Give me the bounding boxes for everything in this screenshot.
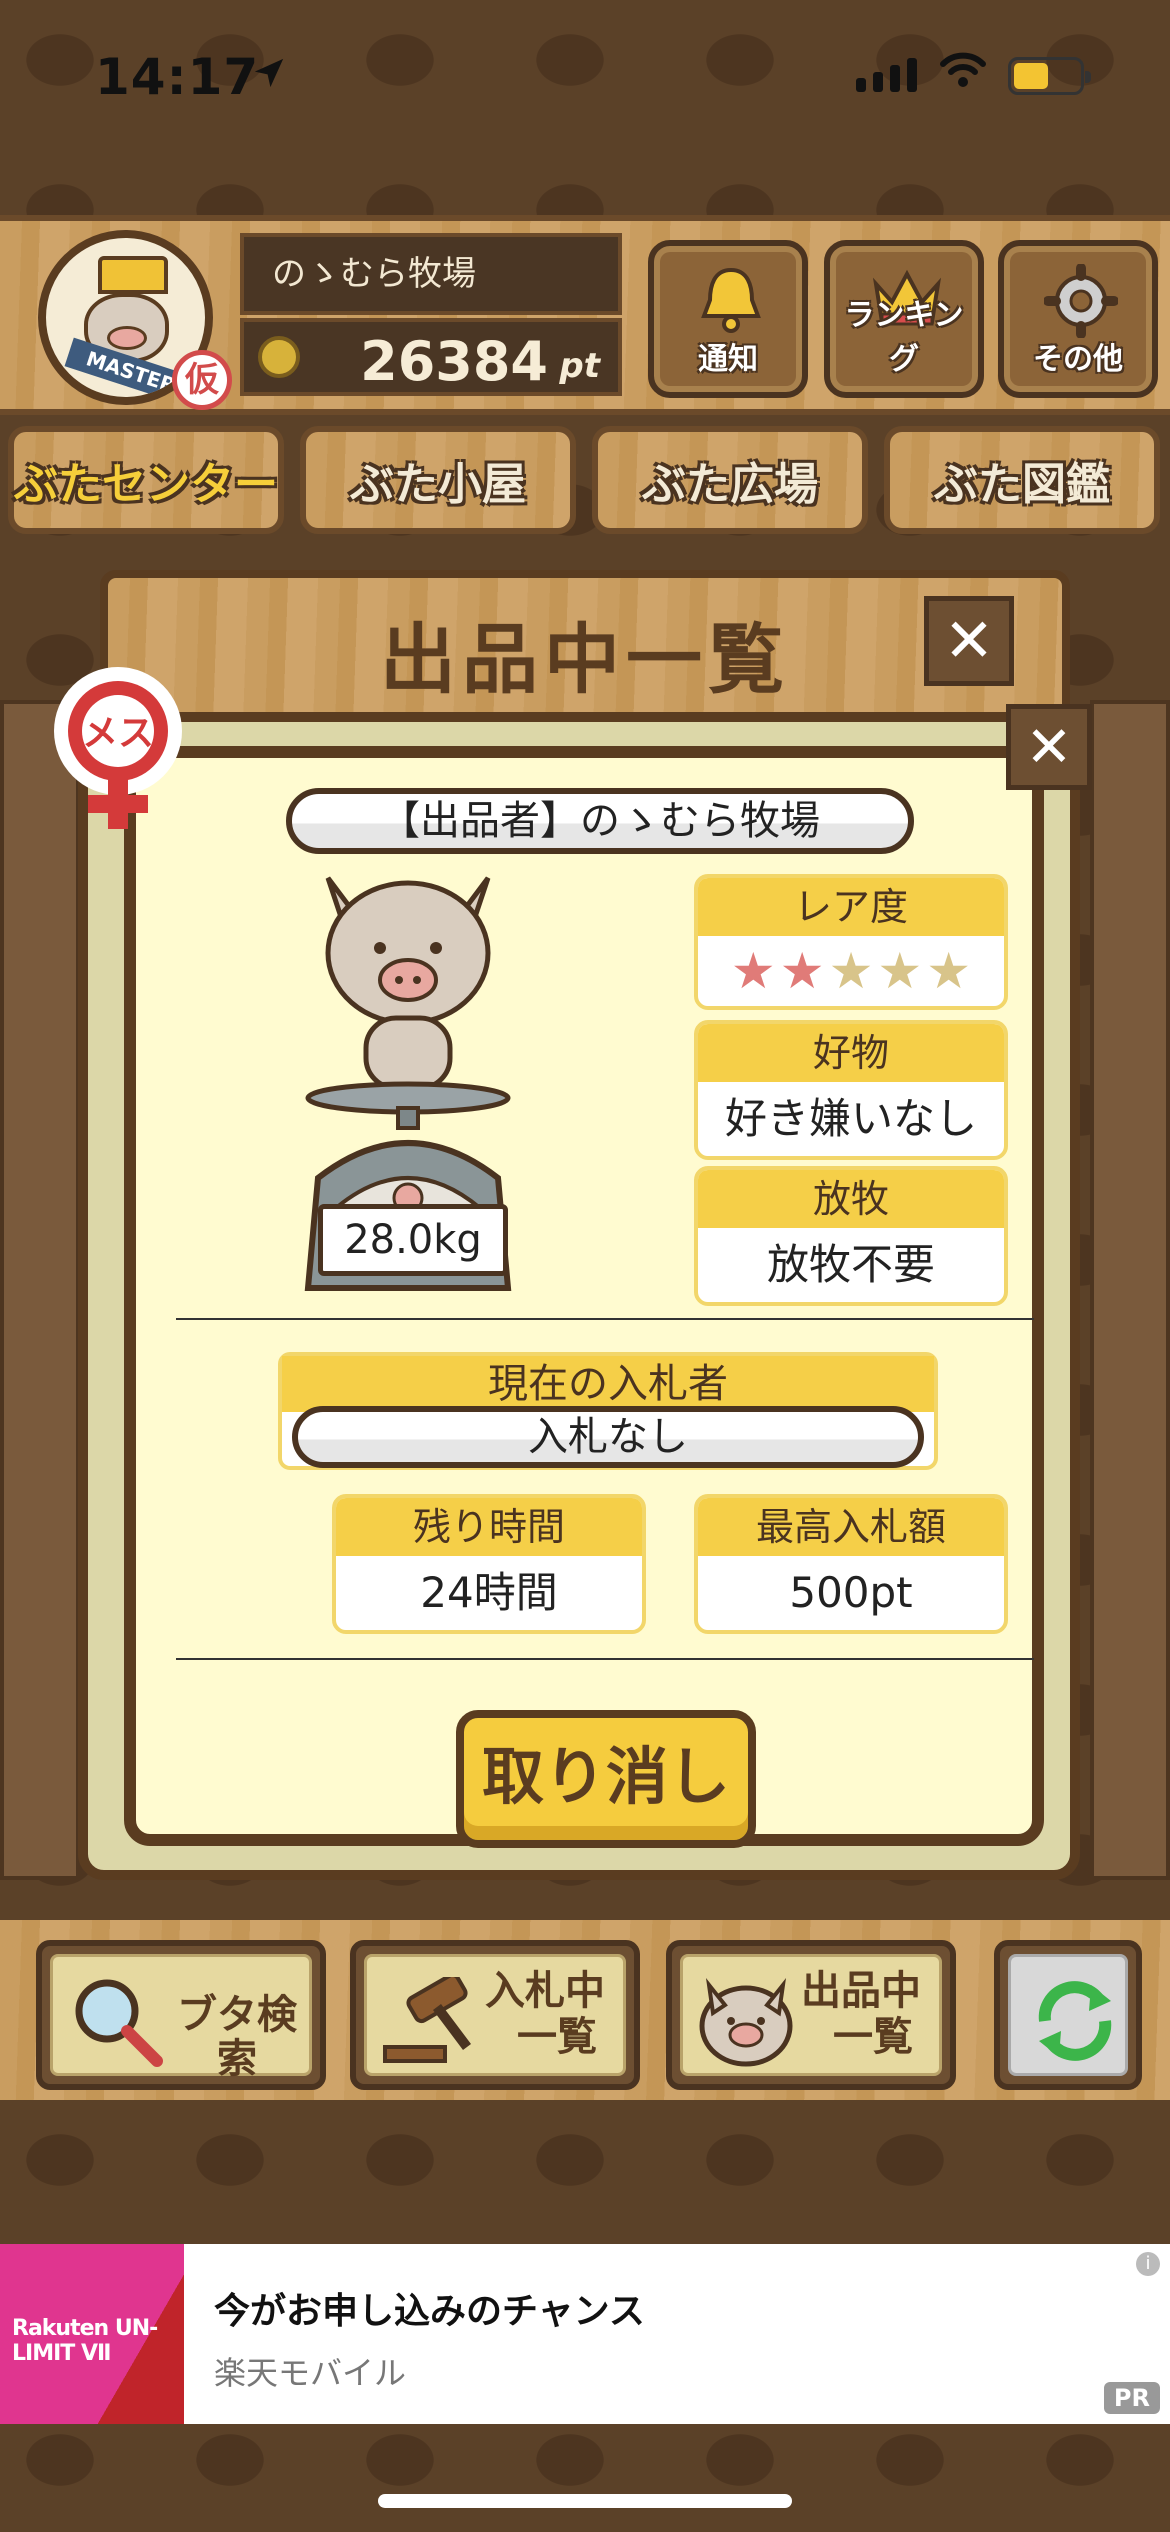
- ad-banner[interactable]: Rakuten UN-LIMIT Ⅶ 今がお申し込みのチャンス 楽天モバイル i…: [0, 2244, 1170, 2424]
- tab-buta-zukan[interactable]: ぶた図鑑: [884, 426, 1160, 534]
- farm-name: のゝむら牧場: [240, 233, 622, 315]
- gear-icon: [1044, 264, 1118, 338]
- remaining-time-card: 残り時間 24時間: [332, 1494, 646, 1634]
- listing-label-2: 一覧: [833, 2014, 913, 2060]
- cellular-signal-icon: [856, 58, 917, 92]
- refresh-button[interactable]: [994, 1940, 1142, 2090]
- ranking-label: ランキング: [844, 298, 964, 377]
- favorite-value: 好き嫌いなし: [724, 1094, 977, 1143]
- divider: [176, 1318, 1034, 1320]
- close-icon: ✕: [943, 606, 995, 676]
- divider: [176, 1658, 1034, 1660]
- crown-decoration: [98, 256, 168, 294]
- tab-buta-center[interactable]: ぶたセンター: [8, 426, 284, 534]
- pig-search-button[interactable]: ブタ検索: [36, 1940, 326, 2090]
- ad-title: 今がお申し込みのチャンス: [214, 2291, 645, 2332]
- other-button[interactable]: その他: [998, 240, 1158, 398]
- highest-bid-card: 最高入札額 500pt: [694, 1494, 1008, 1634]
- points-display: 26384 pt: [240, 318, 622, 396]
- pig-snout: [107, 326, 147, 350]
- location-arrow-icon: [254, 58, 284, 88]
- weight-display: 28.0kg: [318, 1204, 508, 1276]
- rakuten-logo: Rakuten UN-LIMIT Ⅶ: [0, 2244, 184, 2424]
- current-bidder-value: 入札なし: [292, 1406, 924, 1468]
- points-unit: pt: [559, 346, 600, 386]
- ad-subtitle: 楽天モバイル: [214, 2354, 407, 2392]
- notification-button[interactable]: 通知: [648, 240, 808, 398]
- listing-label-1: 出品中: [801, 1968, 921, 2014]
- grazing-value: 放牧不要: [766, 1240, 935, 1289]
- bidding-label-1: 入札中: [485, 1968, 605, 2014]
- star-icon-filled: ★: [779, 942, 825, 1000]
- bell-icon: [701, 267, 761, 333]
- tab-buta-hiroba[interactable]: ぶた広場: [592, 426, 868, 534]
- background-pillar-right: [1090, 700, 1170, 1880]
- other-label: その他: [1033, 342, 1123, 377]
- ad-pr-badge: PR: [1103, 2382, 1160, 2414]
- current-bidder-label: 現在の入札者: [282, 1356, 934, 1412]
- ad-logo-text: Rakuten UN-LIMIT Ⅶ: [12, 2316, 158, 2366]
- coin-icon: [258, 336, 300, 378]
- seller-label: 【出品者】のゝむら牧場: [286, 788, 914, 854]
- current-bidder-card: 現在の入札者 入札なし: [278, 1352, 938, 1470]
- listing-list-button[interactable]: 出品中 一覧: [666, 1940, 956, 2090]
- home-indicator[interactable]: [378, 2494, 792, 2508]
- close-icon: ✕: [1025, 714, 1073, 780]
- pig-search-label: ブタ検索: [177, 1992, 297, 2082]
- background-pillar-left: [0, 700, 80, 1880]
- rarity-label: レア度: [698, 878, 1004, 936]
- pig-detail-panel: 【出品者】のゝむら牧場 28.0kg レア度 ★ ★ ★ ★ ★ 好物 好き嫌い…: [124, 746, 1044, 1848]
- gavel-icon: [383, 1977, 471, 2063]
- favorite-label: 好物: [698, 1024, 1004, 1082]
- remaining-time-value: 24時間: [420, 1568, 558, 1617]
- modal-title: 出品中一覧: [380, 615, 790, 704]
- cancel-listing-button[interactable]: 取り消し: [456, 1710, 756, 1848]
- grazing-card: 放牧 放牧不要: [694, 1166, 1008, 1306]
- highest-bid-label: 最高入札額: [698, 1498, 1004, 1556]
- favorite-food-card: 好物 好き嫌いなし: [694, 1020, 1008, 1160]
- highest-bid-value: 500pt: [789, 1568, 913, 1617]
- star-icon-empty: ★: [877, 942, 923, 1000]
- grazing-label: 放牧: [698, 1170, 1004, 1228]
- temporary-badge: 仮: [172, 350, 232, 410]
- status-time: 14:17: [95, 48, 260, 106]
- pig-face-icon: [699, 1978, 793, 2067]
- tab-buta-goya[interactable]: ぶた小屋: [300, 426, 576, 534]
- status-bar: 14:17: [0, 0, 1170, 150]
- star-icon-empty: ★: [828, 942, 874, 1000]
- ranking-button[interactable]: ランキング: [824, 240, 984, 398]
- refresh-icon: [1038, 1981, 1112, 2061]
- female-sex-badge: メス: [54, 667, 182, 829]
- notification-label: 通知: [698, 342, 758, 377]
- magnifier-icon: [75, 1979, 163, 2067]
- star-icon-filled: ★: [730, 942, 776, 1000]
- bidding-label-2: 一覧: [517, 2014, 597, 2060]
- close-detail-button[interactable]: ✕: [1006, 704, 1092, 790]
- points-value: 26384: [360, 330, 548, 393]
- rarity-stars: ★ ★ ★ ★ ★: [698, 936, 1004, 1006]
- sex-label: メス: [82, 713, 154, 754]
- close-list-button[interactable]: ✕: [924, 596, 1014, 686]
- ad-info-icon[interactable]: i: [1136, 2252, 1160, 2276]
- rarity-card: レア度 ★ ★ ★ ★ ★: [694, 874, 1008, 1010]
- battery-icon: [1008, 57, 1091, 95]
- star-icon-empty: ★: [926, 942, 972, 1000]
- bidding-list-button[interactable]: 入札中 一覧: [350, 1940, 640, 2090]
- remaining-time-label: 残り時間: [336, 1498, 642, 1556]
- pig-icon: [325, 876, 491, 1091]
- wifi-icon: [940, 52, 986, 87]
- pig-detail-dialog: 【出品者】のゝむら牧場 28.0kg レア度 ★ ★ ★ ★ ★ 好物 好き嫌い…: [78, 712, 1080, 1880]
